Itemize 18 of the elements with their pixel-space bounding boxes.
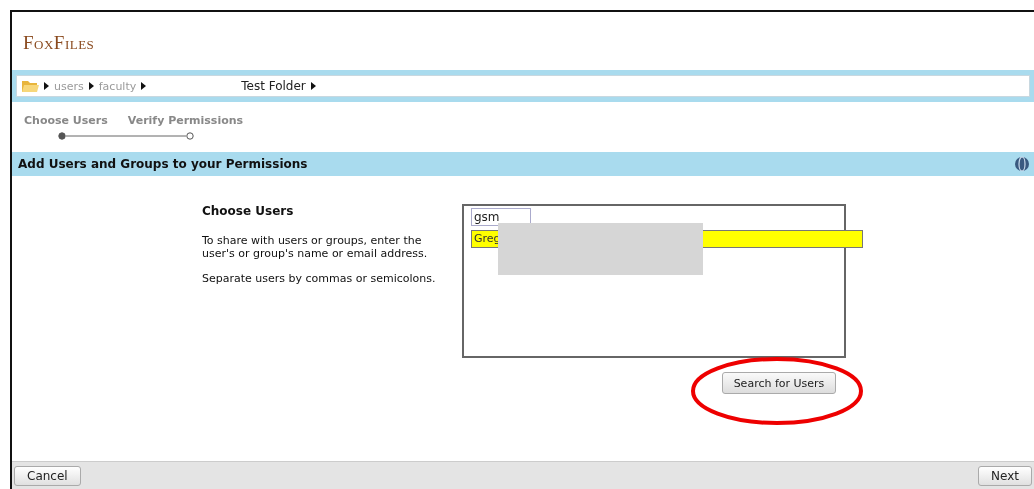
user-input-field[interactable]: gsm: [471, 208, 531, 226]
form-heading: Choose Users: [202, 204, 295, 218]
arrow-icon: [44, 82, 49, 90]
arrow-icon: [310, 82, 316, 90]
app-logo[interactable]: FoxFiles: [12, 12, 1034, 68]
cancel-button[interactable]: Cancel: [14, 465, 81, 486]
next-button[interactable]: Next: [978, 465, 1032, 486]
section-title: Add Users and Groups to your Permissions: [18, 157, 308, 171]
search-users-button[interactable]: Search for Users: [722, 372, 836, 394]
breadcrumb-link[interactable]: Test Folder: [241, 79, 306, 93]
help-text: To share with users or groups, enter the user's or group's name or email address.: [202, 234, 429, 260]
help-text: Separate users by commas or semicolons.: [202, 272, 437, 285]
arrow-icon: [141, 82, 147, 90]
step-label[interactable]: Choose Users: [24, 114, 108, 152]
folder-icon: [21, 79, 39, 93]
step-label[interactable]: Verify Permissions: [127, 114, 244, 152]
arrow-icon: [88, 82, 94, 90]
globe-icon[interactable]: [1014, 156, 1030, 172]
